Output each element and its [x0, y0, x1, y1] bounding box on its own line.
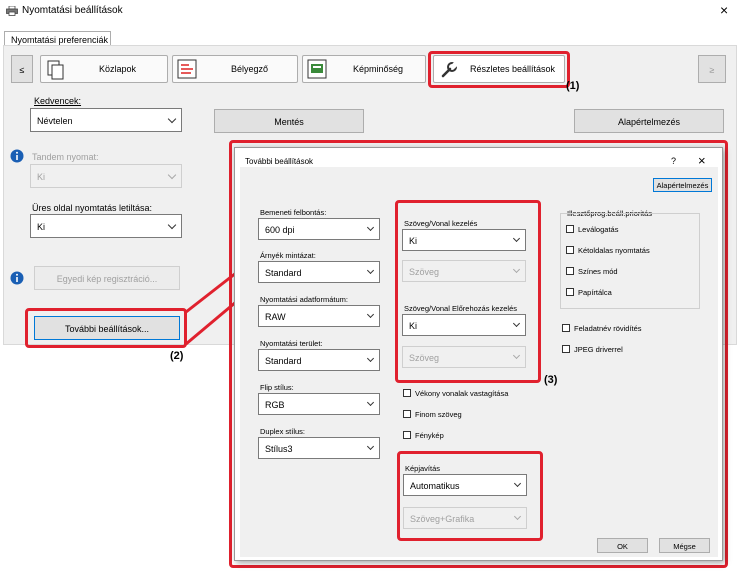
photo-checkbox[interactable] — [403, 431, 411, 439]
input-resolution-label: Bemeneti felbontás: — [260, 208, 327, 217]
chevron-down-icon — [512, 351, 521, 360]
text-line-handling-select[interactable]: Ki — [402, 229, 526, 251]
print-area-value: Standard — [265, 356, 302, 366]
shadow-pattern-value: Standard — [265, 268, 302, 278]
color-mode-checkbox[interactable] — [566, 267, 574, 275]
input-resolution-value: 600 dpi — [265, 225, 295, 235]
flip-style-label: Flip stílus: — [260, 383, 294, 392]
print-area-select[interactable]: Standard — [258, 349, 380, 371]
image-fix-sub-value: Szöveg+Grafika — [410, 514, 475, 524]
chevron-down-icon — [513, 512, 522, 521]
paper-tray-label: Papírtálca — [578, 288, 612, 297]
dialog-help-button[interactable]: ? — [671, 156, 676, 166]
chevron-down-icon — [366, 398, 375, 407]
collate-checkbox[interactable] — [566, 225, 574, 233]
input-resolution-select[interactable]: 600 dpi — [258, 218, 380, 240]
chevron-down-icon — [366, 442, 375, 451]
job-name-short-label: Feladatnév rövidítés — [574, 324, 642, 333]
data-format-value: RAW — [265, 312, 286, 322]
image-fix-select[interactable]: Automatikus — [403, 474, 527, 496]
duplex-style-select[interactable]: Stílus3 — [258, 437, 380, 459]
duplex-print-label: Kétoldalas nyomtatás — [578, 246, 650, 255]
photo-label: Fénykép — [415, 431, 444, 440]
text-line-pre-select[interactable]: Ki — [402, 314, 526, 336]
text-line-handling-value: Ki — [409, 236, 418, 246]
chevron-down-icon — [366, 354, 375, 363]
color-mode-label: Színes mód — [578, 267, 618, 276]
chevron-down-icon — [512, 265, 521, 274]
callout-3: (3) — [544, 374, 558, 386]
duplex-print-checkbox[interactable] — [566, 246, 574, 254]
print-area-label: Nyomtatási terület: — [260, 339, 323, 348]
flip-style-value: RGB — [265, 400, 285, 410]
image-fix-label: Képjavítás — [405, 464, 441, 473]
jpeg-driver-checkbox[interactable] — [562, 345, 570, 353]
text-line-pre-sub-value: Szöveg — [409, 353, 440, 363]
paper-tray-checkbox[interactable] — [566, 288, 574, 296]
duplex-style-label: Duplex stílus: — [260, 427, 306, 436]
thin-lines-label: Vékony vonalak vastagítása — [415, 389, 509, 398]
chevron-down-icon — [512, 234, 521, 243]
chevron-down-icon — [513, 479, 522, 488]
printing-preferences-window: Nyomtatási beállítások × Nyomtatási pref… — [0, 0, 740, 575]
flip-style-select[interactable]: RGB — [258, 393, 380, 415]
dialog-ok-button[interactable]: OK — [597, 538, 648, 553]
chevron-down-icon — [512, 319, 521, 328]
text-line-pre-sub-select[interactable]: Szöveg — [402, 346, 526, 368]
thin-lines-checkbox[interactable] — [403, 389, 411, 397]
duplex-style-value: Stílus3 — [265, 444, 293, 454]
dialog-defaults-button[interactable]: Alapértelmezés — [653, 178, 712, 192]
fine-text-checkbox[interactable] — [403, 410, 411, 418]
image-fix-value: Automatikus — [410, 481, 460, 491]
image-fix-sub-select[interactable]: Szöveg+Grafika — [403, 507, 527, 529]
chevron-down-icon — [366, 266, 375, 275]
shadow-pattern-select[interactable]: Standard — [258, 261, 380, 283]
chevron-down-icon — [366, 223, 375, 232]
text-line-pre-label: Szöveg/Vonal Előrehozás kezelés — [404, 304, 517, 313]
dialog-cancel-button[interactable]: Mégse — [659, 538, 710, 553]
data-format-select[interactable]: RAW — [258, 305, 380, 327]
collate-label: Leválogatás — [578, 225, 619, 234]
dialog-title: További beállítások — [245, 157, 314, 166]
text-line-pre-value: Ki — [409, 321, 418, 331]
chevron-down-icon — [366, 310, 375, 319]
job-name-short-checkbox[interactable] — [562, 324, 570, 332]
text-line-handling-sub-select[interactable]: Szöveg — [402, 260, 526, 282]
shadow-pattern-label: Árnyék mintázat: — [260, 251, 316, 260]
data-format-label: Nyomtatási adatformátum: — [260, 295, 348, 304]
text-line-handling-sub-value: Szöveg — [409, 267, 440, 277]
fine-text-label: Finom szöveg — [415, 410, 462, 419]
text-line-handling-label: Szöveg/Vonal kezelés — [404, 219, 478, 228]
dialog-close-button[interactable]: × — [698, 153, 706, 168]
jpeg-driver-label: JPEG driverrel — [574, 345, 623, 354]
